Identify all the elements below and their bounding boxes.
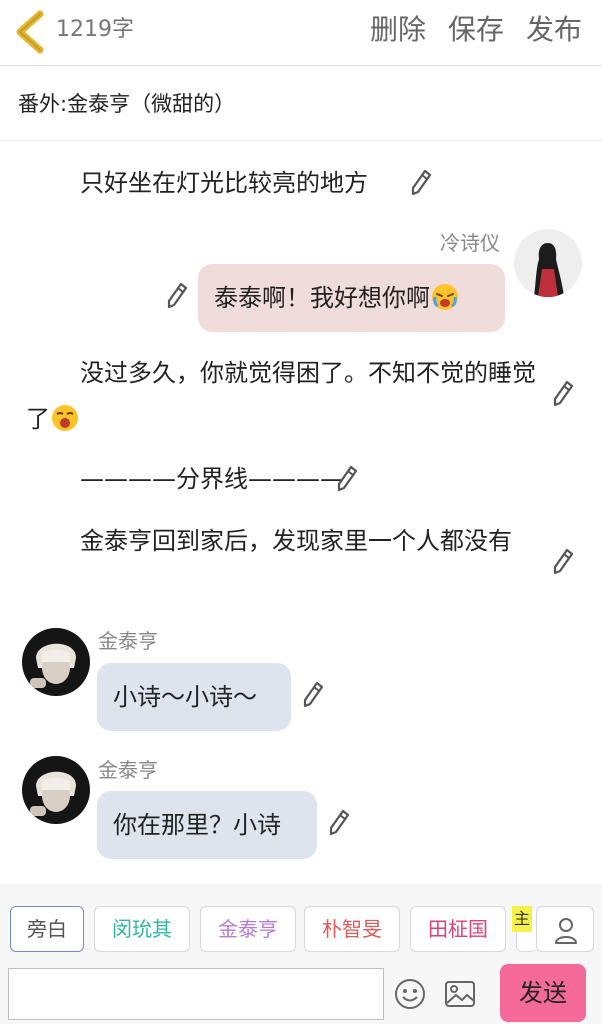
- word-count: 1219字: [56, 17, 134, 42]
- save-button[interactable]: 保存: [448, 12, 504, 48]
- role-chip[interactable]: 田柾国: [410, 906, 506, 952]
- message-text: 泰泰啊！我好想你啊: [214, 284, 430, 312]
- crying-emoji-icon: [430, 282, 460, 312]
- story-title-bar[interactable]: 番外:金泰亨（微甜的）: [0, 67, 602, 141]
- sender-name: 金泰亨: [98, 758, 158, 782]
- avatar[interactable]: [514, 229, 582, 297]
- edit-pencil-icon[interactable]: [302, 681, 324, 709]
- edit-pencil-icon[interactable]: [166, 282, 188, 310]
- edit-pencil-icon[interactable]: [328, 809, 350, 837]
- sleepy-emoji-icon: [50, 403, 80, 433]
- sender-name: 冷诗仪: [440, 231, 500, 255]
- person-icon: [555, 918, 577, 944]
- role-chip[interactable]: 闵玧其: [94, 906, 190, 952]
- narration-paragraph[interactable]: 金泰亨回到家后，发现家里一个人都没有: [26, 518, 546, 564]
- story-title: 番外:金泰亨（微甜的）: [18, 92, 236, 116]
- back-arrow-icon[interactable]: [12, 10, 50, 54]
- message-input[interactable]: [8, 968, 384, 1020]
- top-bar: 1219字 删除 保存 发布: [0, 0, 602, 66]
- edit-pencil-icon[interactable]: [336, 465, 358, 493]
- message-text: 小诗～小诗～: [113, 683, 257, 711]
- compose-toolbar: 旁白 闵玧其 金泰亨 朴智旻 田柾国 主 发送: [0, 884, 602, 1024]
- sender-name: 金泰亨: [98, 629, 158, 653]
- message-bubble[interactable]: 泰泰啊！我好想你啊: [198, 264, 505, 332]
- role-chip[interactable]: 金泰亨: [200, 906, 296, 952]
- manage-roles-button[interactable]: [536, 906, 594, 952]
- role-chip-narration[interactable]: 旁白: [10, 906, 84, 952]
- edit-pencil-icon[interactable]: [410, 169, 432, 197]
- edit-pencil-icon[interactable]: [552, 548, 574, 576]
- send-button[interactable]: 发送: [500, 964, 586, 1022]
- narration-paragraph[interactable]: 只好坐在灯光比较亮的地方: [26, 160, 546, 206]
- publish-button[interactable]: 发布: [526, 12, 582, 48]
- image-icon[interactable]: [444, 980, 476, 1008]
- edit-pencil-icon[interactable]: [552, 380, 574, 408]
- smiley-icon[interactable]: [394, 978, 426, 1010]
- role-chip[interactable]: 朴智旻: [304, 906, 400, 952]
- narration-paragraph[interactable]: 没过多久，你就觉得困了。不知不觉的睡觉了: [26, 350, 546, 442]
- main-role-tag: 主: [512, 906, 532, 932]
- narration-text: 没过多久，你就觉得困了。不知不觉的睡觉了: [26, 359, 536, 433]
- avatar[interactable]: [22, 756, 90, 824]
- message-bubble[interactable]: 小诗～小诗～: [97, 663, 291, 731]
- message-bubble[interactable]: 你在那里？小诗: [97, 791, 317, 859]
- delete-button[interactable]: 删除: [370, 12, 426, 48]
- message-text: 你在那里？小诗: [113, 811, 281, 839]
- avatar[interactable]: [22, 628, 90, 696]
- narration-paragraph[interactable]: ————分界线————: [26, 456, 546, 502]
